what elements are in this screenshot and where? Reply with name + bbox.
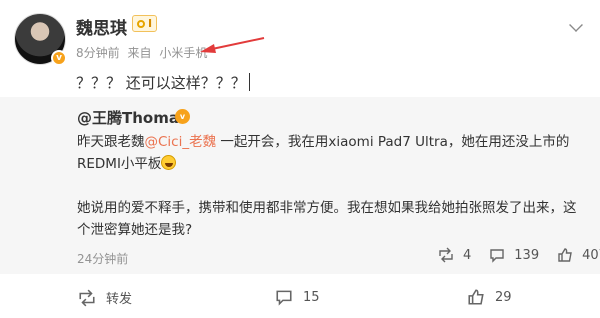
repost-icon [79, 289, 95, 306]
repost-line2-text: REDMI小平板 [77, 156, 162, 172]
text-cursor [248, 73, 250, 91]
repost-line2: REDMI小平板 [77, 153, 577, 175]
mention-link[interactable]: @Cici_老魏 [145, 134, 217, 150]
thumbs-up-icon [468, 289, 484, 305]
repost-time[interactable]: 24分钟前 [77, 250, 128, 267]
repost-paragraph-2: 她说用的爱不释手，携带和使用都非常方便。我在想如果我给她拍张照发了出来，这个泄密… [77, 200, 577, 238]
footer-like-count: 29 [495, 289, 512, 305]
repost-author[interactable]: @王腾Thomas [77, 107, 188, 128]
post-author[interactable]: 魏思琪 [76, 14, 127, 39]
badge-text: I [148, 17, 153, 30]
repost-line1: 昨天跟老魏@Cici_老魏 一起开会，我在用xiaomi Pad7 Ultra，… [77, 131, 577, 153]
repost-comment-button[interactable]: 139 [489, 247, 539, 263]
post-footer: 转发 15 29 [0, 274, 600, 318]
like-count: 407 [582, 247, 600, 263]
post-time[interactable]: 8分钟前 [76, 46, 120, 60]
chevron-down-icon[interactable] [569, 18, 583, 32]
source-prefix: 来自 [127, 46, 152, 60]
post-meta: 8分钟前 来自 小米手机 [76, 44, 211, 61]
verified-badge-icon: v [51, 50, 67, 66]
repost-repost-button[interactable]: 4 [438, 247, 471, 263]
annotation-arrow-icon [200, 37, 265, 53]
post-text-content: ？？？ 还可以这样？？？ [76, 74, 246, 92]
repost-line1-b: 一起开会，我在用xiaomi Pad7 Ultra，她在用还没上市的 [216, 134, 570, 150]
post-text: ？？？ 还可以这样？？？ [76, 72, 250, 93]
verified-badge-icon: v [175, 109, 190, 124]
repost-button[interactable]: 转发 [78, 288, 132, 307]
comment-count: 139 [514, 247, 540, 263]
like-button[interactable]: 29 [467, 288, 512, 306]
comment-icon [490, 249, 504, 263]
footer-comment-count: 15 [303, 289, 320, 305]
grin-emoji-icon [161, 155, 177, 170]
repost-label: 转发 [106, 292, 133, 307]
thumbs-up-icon [558, 248, 572, 262]
repost-stats: 4 139 407 [420, 247, 600, 263]
badge-ring-icon [137, 20, 145, 28]
repost-body: 昨天跟老魏@Cici_老魏 一起开会，我在用xiaomi Pad7 Ultra，… [77, 131, 577, 241]
repost-like-button[interactable]: 407 [557, 247, 600, 263]
repost-icon [439, 247, 453, 263]
comment-button[interactable]: 15 [275, 288, 320, 306]
repost-line1-a: 昨天跟老魏 [77, 134, 145, 150]
repost-count: 4 [463, 247, 472, 263]
post-header: v 魏思琪 I 8分钟前 来自 小米手机 [0, 0, 600, 70]
comment-icon [276, 290, 292, 306]
reposted-content[interactable]: @王腾Thomas v 昨天跟老魏@Cici_老魏 一起开会，我在用xiaomi… [0, 97, 600, 274]
user-level-badge[interactable]: I [132, 15, 158, 32]
